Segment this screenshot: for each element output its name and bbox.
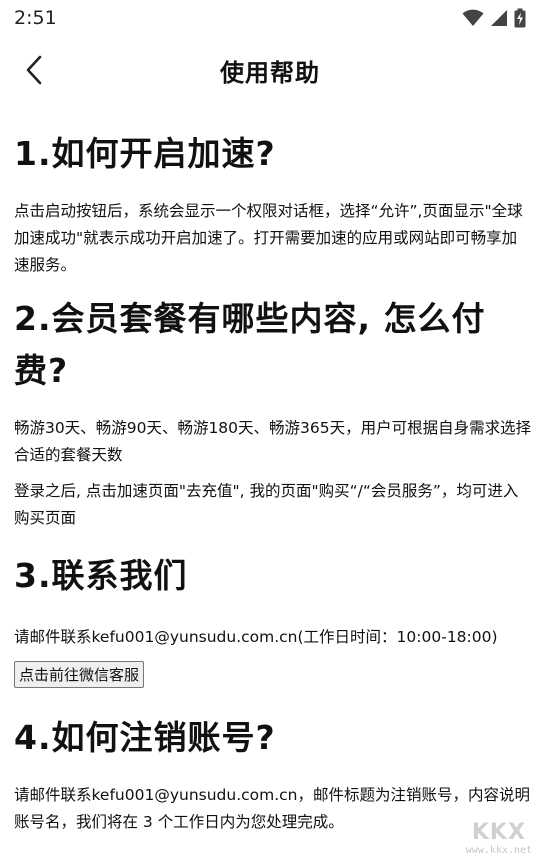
- faq-heading-delete-account: 4.如何注销账号?: [14, 718, 276, 757]
- status-time: 2:51: [14, 7, 57, 29]
- faq-answer-start-acceleration: 点击启动按钮后，系统会显示一个权限对话框，选择“允许”,页面显示"全球加速成功"…: [14, 202, 523, 274]
- faq-answer-plan-options: 畅游30天、畅游90天、畅游180天、畅游365天，用户可根据自身需求选择合适的…: [14, 419, 532, 464]
- faq-answer-purchase-path: 登录之后, 点击加速页面"去充值", 我的页面"购买“/“会员服务”，均可进入购…: [14, 482, 519, 527]
- chevron-left-icon: [26, 55, 42, 85]
- help-content: 1.如何开启加速? 点击启动按钮后，系统会显示一个权限对话框，选择“允许”,页面…: [14, 128, 532, 836]
- battery-charging-icon: [514, 8, 526, 28]
- status-bar: 2:51: [0, 0, 540, 36]
- app-header: 使用帮助: [0, 44, 540, 96]
- page-title: 使用帮助: [220, 58, 320, 87]
- watermark-url: www.kkx.net: [465, 845, 532, 856]
- back-button[interactable]: [14, 50, 54, 90]
- faq-heading-start-acceleration: 1.如何开启加速?: [14, 134, 276, 173]
- signal-icon: [491, 10, 507, 26]
- faq-heading-contact-us: 3.联系我们: [14, 556, 188, 595]
- wifi-icon: [462, 9, 484, 26]
- faq-answer-contact-email: 请邮件联系kefu001@yunsudu.com.cn(工作日时间：10:00-…: [14, 628, 498, 646]
- watermark-logo: KKX: [471, 820, 526, 845]
- wechat-support-button[interactable]: 点击前往微信客服: [14, 661, 145, 688]
- status-icons: [462, 8, 526, 28]
- watermark: KKX www.kkx.net: [466, 820, 532, 856]
- faq-answer-delete-account: 请邮件联系kefu001@yunsudu.com.cn，邮件标题为注销账号，内容…: [14, 786, 531, 831]
- faq-heading-membership-plans: 2.会员套餐有哪些内容, 怎么付费?: [14, 299, 486, 390]
